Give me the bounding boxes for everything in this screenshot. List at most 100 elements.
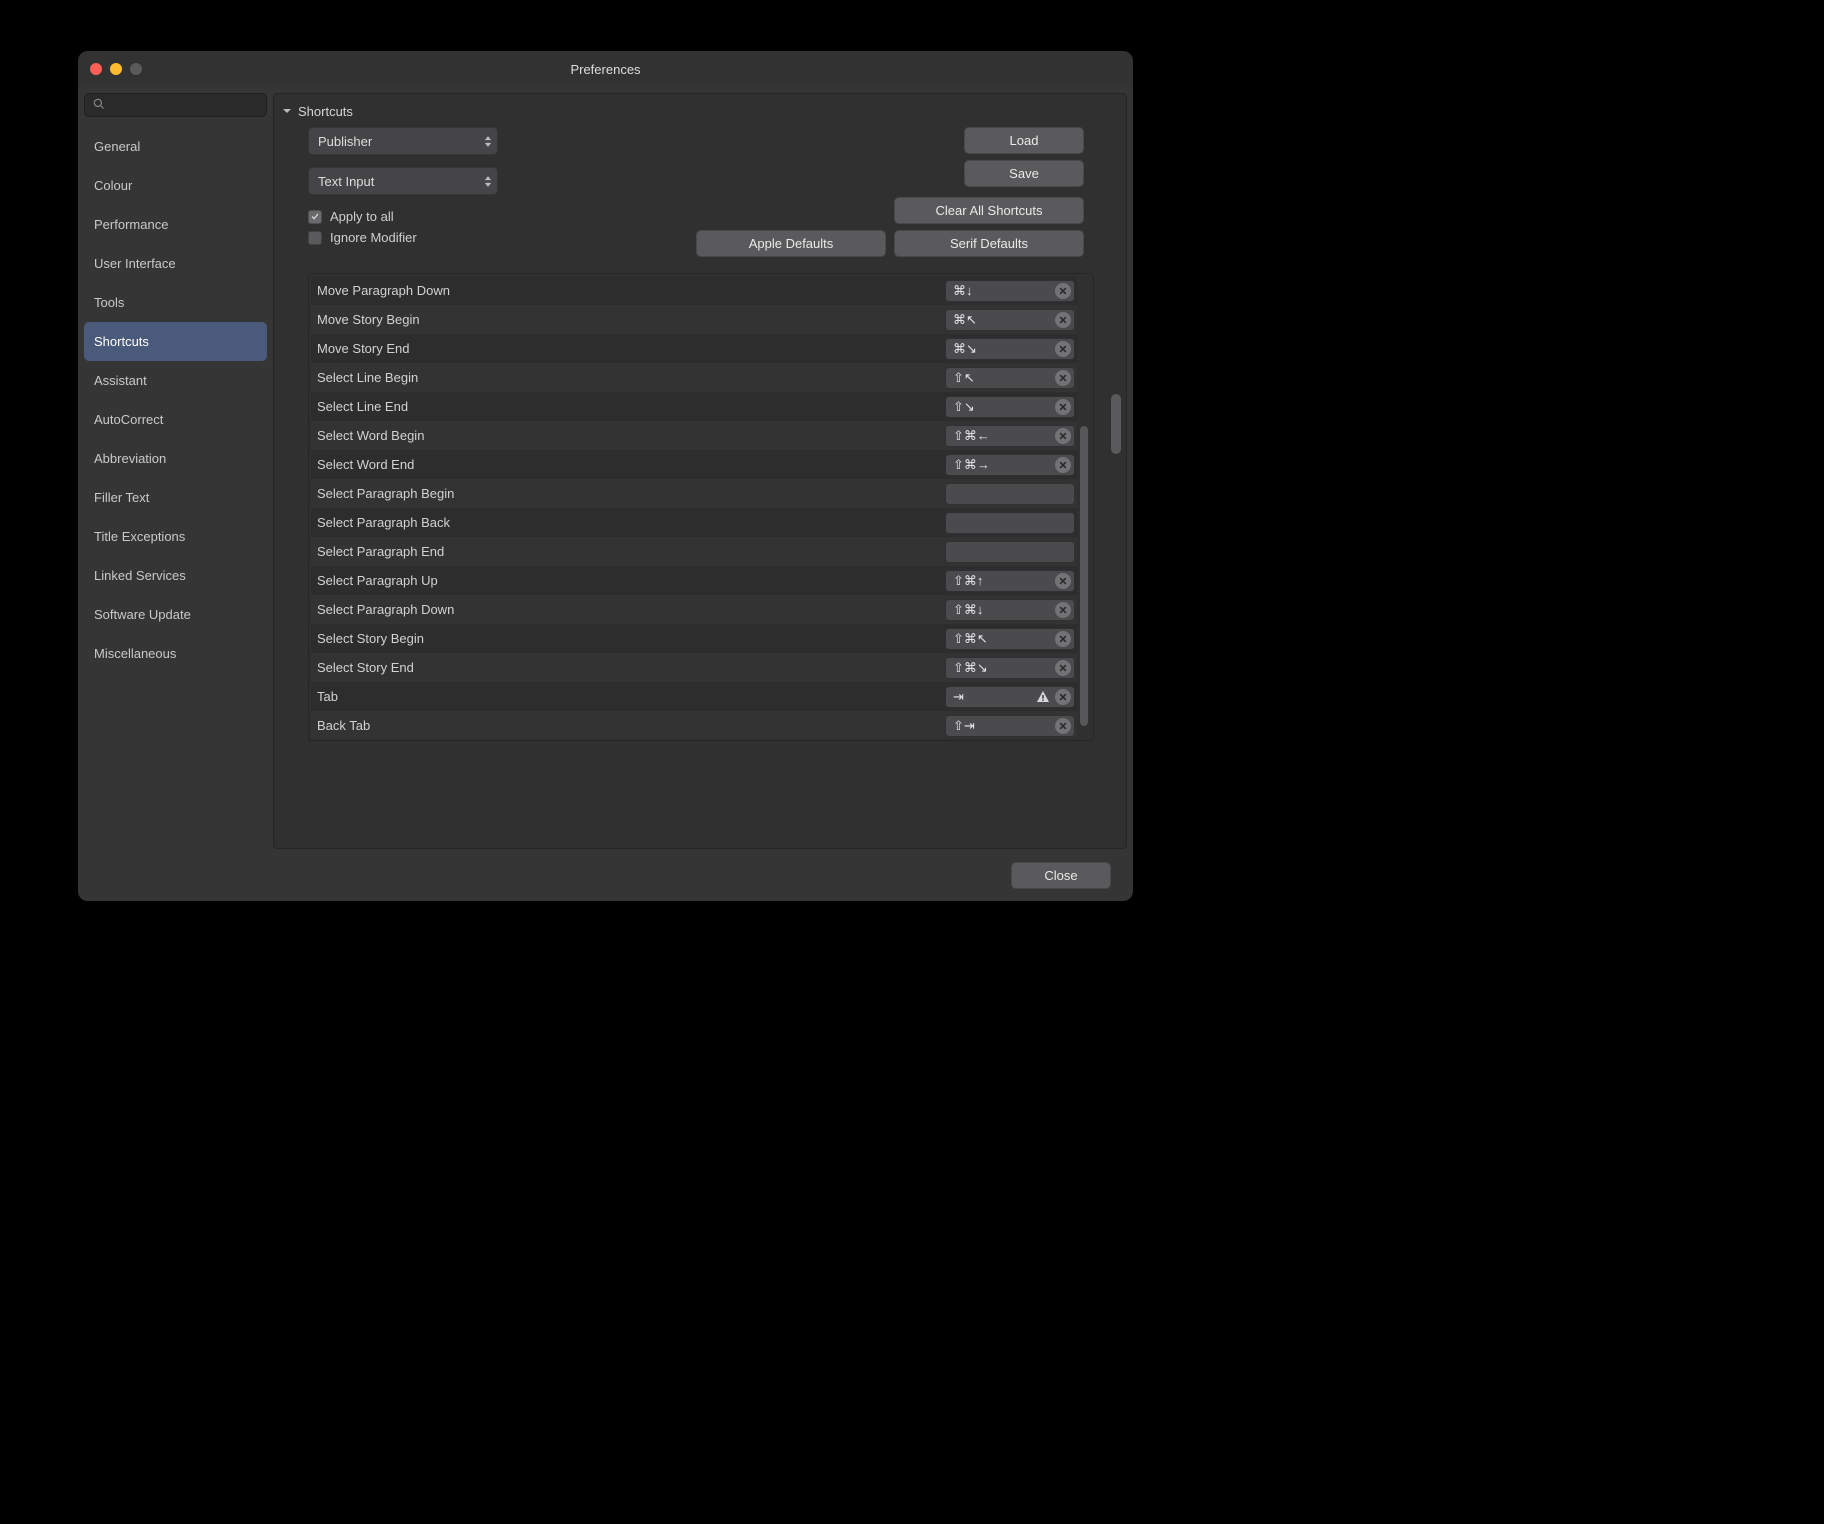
shortcuts-list: Move Paragraph Down⌘↓Move Story Begin⌘↖M… — [311, 276, 1077, 738]
clear-shortcut-icon[interactable] — [1055, 399, 1071, 415]
ignore-modifier-checkbox[interactable] — [308, 231, 322, 245]
table-row[interactable]: Select Story Begin⇧⌘↖ — [311, 624, 1077, 653]
clear-shortcut-icon[interactable] — [1055, 370, 1071, 386]
shortcuts-scrollbar[interactable] — [1077, 276, 1091, 738]
sidebar-item-assistant[interactable]: Assistant — [84, 361, 267, 400]
main-panel: Shortcuts Publisher — [273, 93, 1127, 849]
shortcut-field[interactable]: ⇧⌘↑ — [945, 570, 1075, 592]
sidebar-item-user-interface[interactable]: User Interface — [84, 244, 267, 283]
table-row[interactable]: Select Paragraph End — [311, 537, 1077, 566]
sidebar-item-general[interactable]: General — [84, 127, 267, 166]
table-row[interactable]: Select Paragraph Down ⇧⌘↓ — [311, 595, 1077, 624]
shortcuts-table: Move Paragraph Down⌘↓Move Story Begin⌘↖M… — [308, 273, 1094, 741]
minimize-window-dot[interactable] — [110, 63, 122, 75]
shortcut-label: Select Paragraph Back — [317, 515, 945, 530]
shortcut-label: Select Story Begin — [317, 631, 945, 646]
save-button[interactable]: Save — [964, 160, 1084, 187]
sidebar-item-abbreviation[interactable]: Abbreviation — [84, 439, 267, 478]
apple-defaults-button[interactable]: Apple Defaults — [696, 230, 886, 257]
sidebar-item-performance[interactable]: Performance — [84, 205, 267, 244]
app-dropdown[interactable]: Publisher — [308, 127, 498, 155]
controls-row: Publisher Text Input — [280, 127, 1102, 195]
sidebar-item-filler-text[interactable]: Filler Text — [84, 478, 267, 517]
shortcut-field[interactable]: ⇥ — [945, 686, 1075, 708]
section-header[interactable]: Shortcuts — [280, 104, 1102, 127]
load-button[interactable]: Load — [964, 127, 1084, 154]
shortcut-field[interactable]: ⇧⌘↓ — [945, 599, 1075, 621]
footer: Close — [273, 849, 1127, 901]
shortcut-field[interactable] — [945, 483, 1075, 505]
shortcut-field[interactable]: ⇧⇥ — [945, 715, 1075, 737]
fullscreen-window-dot[interactable] — [130, 63, 142, 75]
panel-scrollbar[interactable] — [1108, 104, 1124, 838]
table-row[interactable]: Select Line Begin⇧↖ — [311, 363, 1077, 392]
table-row[interactable]: Select Word End⇧⌘→ — [311, 450, 1077, 479]
table-row[interactable]: Move Paragraph Down⌘↓ — [311, 276, 1077, 305]
clear-shortcut-icon[interactable] — [1055, 312, 1071, 328]
clear-shortcut-icon[interactable] — [1055, 573, 1071, 589]
search-icon — [93, 98, 105, 113]
shortcut-label: Select Paragraph End — [317, 544, 945, 559]
search-field[interactable] — [84, 93, 267, 117]
table-row[interactable]: Tab⇥ — [311, 682, 1077, 711]
table-row[interactable]: Move Story Begin⌘↖ — [311, 305, 1077, 334]
table-row[interactable]: Select Story End⇧⌘↘ — [311, 653, 1077, 682]
scrollbar-thumb[interactable] — [1111, 394, 1121, 454]
sidebar-item-linked-services[interactable]: Linked Services — [84, 556, 267, 595]
table-row[interactable]: Back Tab⇧⇥ — [311, 711, 1077, 738]
clear-shortcut-icon[interactable] — [1055, 457, 1071, 473]
shortcut-field[interactable]: ⇧↖ — [945, 367, 1075, 389]
shortcut-label: Select Line Begin — [317, 370, 945, 385]
sidebar-item-tools[interactable]: Tools — [84, 283, 267, 322]
shortcut-field[interactable] — [945, 512, 1075, 534]
context-dropdown[interactable]: Text Input — [308, 167, 498, 195]
sidebar-item-autocorrect[interactable]: AutoCorrect — [84, 400, 267, 439]
sidebar-item-software-update[interactable]: Software Update — [84, 595, 267, 634]
table-row[interactable]: Select Line End⇧↘ — [311, 392, 1077, 421]
sidebar-item-colour[interactable]: Colour — [84, 166, 267, 205]
shortcut-field[interactable]: ⌘↘ — [945, 338, 1075, 360]
section-title: Shortcuts — [298, 104, 353, 119]
right-actions: Clear All Shortcuts Apple Defaults Serif… — [280, 197, 1102, 257]
shortcut-field[interactable]: ⌘↓ — [945, 280, 1075, 302]
apply-to-all-label: Apply to all — [330, 209, 394, 224]
close-window-dot[interactable] — [90, 63, 102, 75]
clear-shortcut-icon[interactable] — [1055, 631, 1071, 647]
clear-shortcut-icon[interactable] — [1055, 428, 1071, 444]
shortcut-keys: ⇧⌘↓ — [953, 602, 1051, 618]
shortcut-label: Select Paragraph Up — [317, 573, 945, 588]
table-row[interactable]: Move Story End⌘↘ — [311, 334, 1077, 363]
apply-to-all-checkbox[interactable] — [308, 210, 322, 224]
shortcut-field[interactable]: ⇧⌘→ — [945, 454, 1075, 476]
body: GeneralColourPerformanceUser InterfaceTo… — [78, 87, 1133, 901]
clear-shortcut-icon[interactable] — [1055, 341, 1071, 357]
table-row[interactable]: Select Paragraph Begin — [311, 479, 1077, 508]
scrollbar-thumb[interactable] — [1080, 426, 1088, 726]
table-row[interactable]: Select Word Begin⇧⌘← — [311, 421, 1077, 450]
shortcut-field[interactable]: ⌘↖ — [945, 309, 1075, 331]
clear-shortcut-icon[interactable] — [1055, 718, 1071, 734]
sidebar-item-title-exceptions[interactable]: Title Exceptions — [84, 517, 267, 556]
shortcut-field[interactable]: ⇧⌘↖ — [945, 628, 1075, 650]
disclosure-triangle-icon — [282, 104, 292, 119]
shortcut-field[interactable]: ⇧⌘← — [945, 425, 1075, 447]
clear-shortcut-icon[interactable] — [1055, 689, 1071, 705]
serif-defaults-button[interactable]: Serif Defaults — [894, 230, 1084, 257]
shortcut-field[interactable] — [945, 541, 1075, 563]
shortcut-label: Tab — [317, 689, 945, 704]
shortcut-field[interactable]: ⇧⌘↘ — [945, 657, 1075, 679]
search-input[interactable] — [111, 98, 266, 112]
defaults-row: Apple Defaults Serif Defaults — [696, 230, 1084, 257]
table-row[interactable]: Select Paragraph Back — [311, 508, 1077, 537]
shortcut-field[interactable]: ⇧↘ — [945, 396, 1075, 418]
clear-all-button[interactable]: Clear All Shortcuts — [894, 197, 1084, 224]
sidebar-item-miscellaneous[interactable]: Miscellaneous — [84, 634, 267, 673]
sidebar-item-shortcuts[interactable]: Shortcuts — [84, 322, 267, 361]
window-title: Preferences — [78, 62, 1133, 77]
table-row[interactable]: Select Paragraph Up⇧⌘↑ — [311, 566, 1077, 595]
shortcut-label: Select Paragraph Down — [317, 602, 945, 617]
clear-shortcut-icon[interactable] — [1055, 283, 1071, 299]
clear-shortcut-icon[interactable] — [1055, 660, 1071, 676]
clear-shortcut-icon[interactable] — [1055, 602, 1071, 618]
close-button[interactable]: Close — [1011, 862, 1111, 889]
